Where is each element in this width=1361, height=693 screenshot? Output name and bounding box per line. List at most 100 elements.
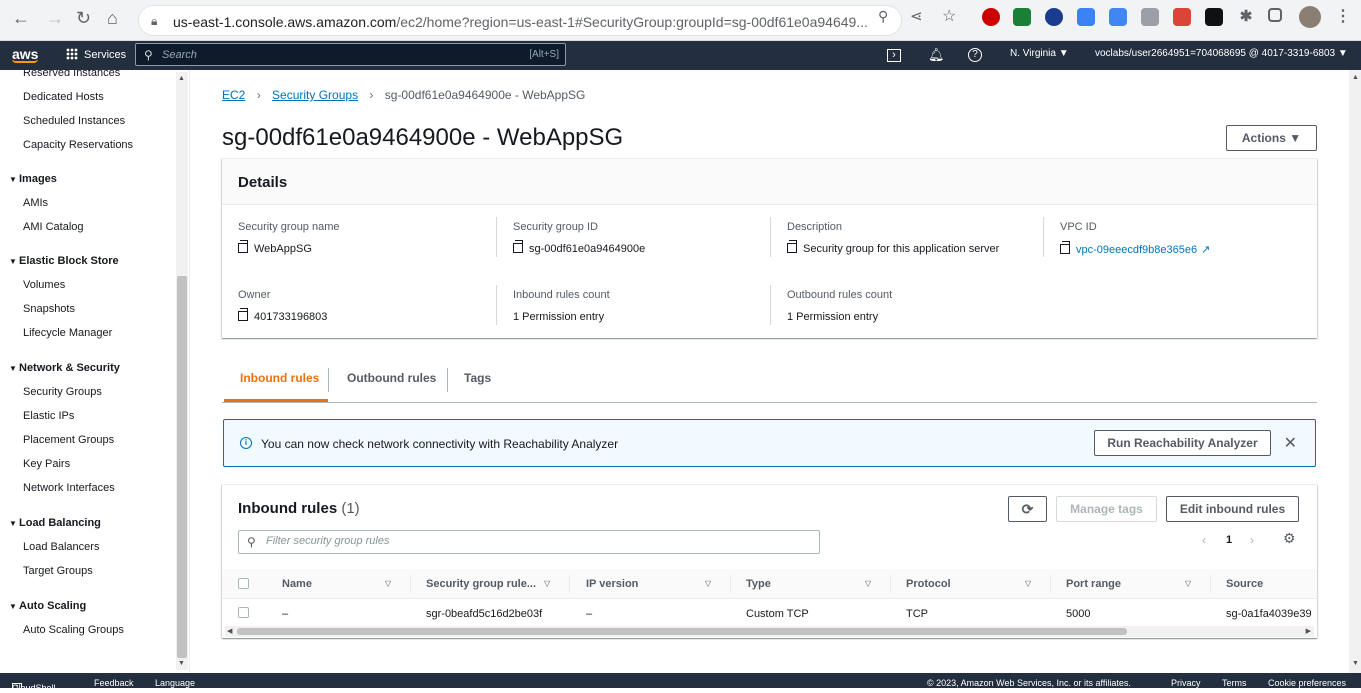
profile-avatar[interactable] (1299, 6, 1321, 28)
sidebar-item-volumes[interactable]: Volumes (23, 279, 65, 291)
col-name[interactable]: Name (282, 578, 312, 590)
col-sg-rule-id[interactable]: Security group rule... (426, 578, 536, 590)
aws-search[interactable]: ⚲ [Alt+S] (135, 43, 566, 66)
share-icon[interactable]: ⋖ (910, 7, 923, 25)
filter-rules[interactable]: ⚲ (238, 530, 820, 554)
zoom-icon[interactable]: ⚲ (878, 8, 888, 25)
sidebar-item-placement-groups[interactable]: Placement Groups (23, 434, 114, 446)
language-link[interactable]: Language (155, 678, 195, 688)
address-bar[interactable]: 🔒︎ us-east-1.console.aws.amazon.com/ec2/… (138, 5, 902, 36)
notifications-bell-icon[interactable]: 🔔︎ (928, 47, 945, 63)
breadcrumb-ec2[interactable]: EC2 (222, 88, 245, 102)
side-panel-icon[interactable] (1268, 8, 1282, 22)
copy-icon[interactable] (1060, 241, 1070, 254)
notion-icon[interactable] (1205, 8, 1223, 26)
feedback-link[interactable]: Feedback (94, 678, 134, 688)
aws-logo[interactable]: aws (12, 46, 38, 63)
table-horizontal-scrollbar[interactable]: ◀ ▶ (225, 626, 1314, 637)
sidebar-item-elastic-ips[interactable]: Elastic IPs (23, 410, 74, 422)
external-link-icon[interactable]: ↗ (1201, 244, 1210, 256)
page-scrollbar[interactable]: ▲ ▼ (1349, 70, 1361, 673)
copy-icon[interactable] (787, 240, 797, 253)
sidebar-section-images[interactable]: ▼ Images (9, 173, 57, 185)
sidebar-item-reserved-instances[interactable]: Reserved Instances (23, 70, 120, 79)
reload-icon[interactable]: ↻ (76, 8, 91, 29)
copy-icon[interactable] (238, 240, 248, 253)
browser-toolbar: ← → ↻ ⌂ 🔒︎ us-east-1.console.aws.amazon.… (0, 0, 1361, 41)
sort-icon[interactable]: ▽ (705, 579, 711, 588)
extension-car-icon[interactable] (1141, 8, 1159, 26)
sidebar-item-snapshots[interactable]: Snapshots (23, 303, 75, 315)
refresh-button[interactable]: ⟳ (1008, 496, 1047, 522)
sidebar-item-security-groups[interactable]: Security Groups (23, 386, 102, 398)
sidebar-section-ebs[interactable]: ▼ Elastic Block Store (9, 255, 119, 267)
edit-inbound-rules-button[interactable]: Edit inbound rules (1166, 496, 1299, 522)
tab-inbound-rules[interactable]: Inbound rules (240, 371, 319, 385)
cookie-preferences-link[interactable]: Cookie preferences (1268, 678, 1346, 688)
bookmark-star-icon[interactable]: ☆ (942, 6, 956, 26)
region-selector[interactable]: N. Virginia ▼ (1010, 48, 1069, 59)
sidebar-item-load-balancers[interactable]: Load Balancers (23, 541, 99, 553)
sidebar-scrollbar[interactable]: ▲ ▼ (176, 72, 188, 670)
chevron-right-icon: › (256, 88, 261, 102)
sidebar-item-capacity-reservations[interactable]: Capacity Reservations (23, 139, 133, 151)
manage-tags-button[interactable]: Manage tags (1056, 496, 1157, 522)
sidebar-item-scheduled-instances[interactable]: Scheduled Instances (23, 115, 125, 127)
sort-icon[interactable]: ▽ (544, 579, 550, 588)
row-checkbox[interactable] (238, 607, 249, 618)
run-reachability-analyzer-button[interactable]: Run Reachability Analyzer (1094, 430, 1271, 456)
page-number[interactable]: 1 (1226, 534, 1232, 546)
search-input[interactable] (162, 47, 522, 63)
sidebar-section-load-balancing[interactable]: ▼ Load Balancing (9, 517, 101, 529)
sort-icon[interactable]: ▽ (1025, 579, 1031, 588)
vpc-id-link[interactable]: vpc-09eeecdf9b8e365e6 (1076, 244, 1197, 256)
adblock-icon[interactable] (982, 8, 1000, 26)
col-source[interactable]: Source (1226, 578, 1263, 590)
extension-badge-icon[interactable] (1077, 8, 1095, 26)
services-menu[interactable]: Services (66, 48, 126, 61)
prev-page-icon[interactable]: ‹ (1202, 533, 1206, 547)
sort-icon[interactable]: ▽ (1185, 579, 1191, 588)
sidebar-item-auto-scaling-groups[interactable]: Auto Scaling Groups (23, 624, 124, 636)
sidebar-section-network-security[interactable]: ▼ Network & Security (9, 362, 120, 374)
copy-icon[interactable] (238, 308, 248, 321)
sidebar-section-auto-scaling[interactable]: ▼ Auto Scaling (9, 600, 86, 612)
extensions-puzzle-icon[interactable]: ✱ (1237, 8, 1255, 26)
sort-icon[interactable]: ▽ (385, 579, 391, 588)
translate-icon[interactable] (1109, 8, 1127, 26)
tab-tags[interactable]: Tags (464, 371, 491, 385)
back-icon[interactable]: ← (12, 8, 30, 29)
col-port-range[interactable]: Port range (1066, 578, 1121, 590)
sidebar-item-key-pairs[interactable]: Key Pairs (23, 458, 70, 470)
copy-icon[interactable] (513, 240, 523, 253)
extension-cast-icon[interactable] (1173, 8, 1191, 26)
home-icon[interactable]: ⌂ (107, 8, 118, 29)
extension-globe-icon[interactable] (1045, 8, 1063, 26)
close-icon[interactable]: ✕ (1284, 433, 1297, 453)
sidebar-item-target-groups[interactable]: Target Groups (23, 565, 93, 577)
browser-menu-icon[interactable]: ⋮ (1334, 8, 1352, 26)
filter-input[interactable] (266, 535, 806, 547)
forward-icon[interactable]: → (46, 8, 64, 29)
sidebar-item-dedicated-hosts[interactable]: Dedicated Hosts (23, 91, 104, 103)
help-icon[interactable]: ? (968, 48, 982, 62)
sidebar-item-ami-catalog[interactable]: AMI Catalog (23, 221, 84, 233)
account-menu[interactable]: voclabs/user2664951=704068695 @ 4017-331… (1095, 48, 1348, 59)
col-type[interactable]: Type (746, 578, 771, 590)
next-page-icon[interactable]: › (1250, 533, 1254, 547)
privacy-link[interactable]: Privacy (1171, 678, 1201, 688)
col-protocol[interactable]: Protocol (906, 578, 951, 590)
breadcrumb-security-groups[interactable]: Security Groups (272, 88, 358, 102)
col-ip-version[interactable]: IP version (586, 578, 638, 590)
sidebar-item-network-interfaces[interactable]: Network Interfaces (23, 482, 115, 494)
extension-bw-icon[interactable] (1013, 8, 1031, 26)
tab-outbound-rules[interactable]: Outbound rules (347, 371, 436, 385)
settings-gear-icon[interactable]: ⚙ (1283, 530, 1296, 547)
sidebar-item-amis[interactable]: AMIs (23, 197, 48, 209)
cloudshell-icon[interactable]: › (887, 49, 901, 62)
actions-button[interactable]: Actions ▼ (1226, 125, 1317, 151)
sort-icon[interactable]: ▽ (865, 579, 871, 588)
sidebar-item-lifecycle-manager[interactable]: Lifecycle Manager (23, 327, 112, 339)
select-all-checkbox[interactable] (238, 578, 249, 589)
terms-link[interactable]: Terms (1222, 678, 1247, 688)
